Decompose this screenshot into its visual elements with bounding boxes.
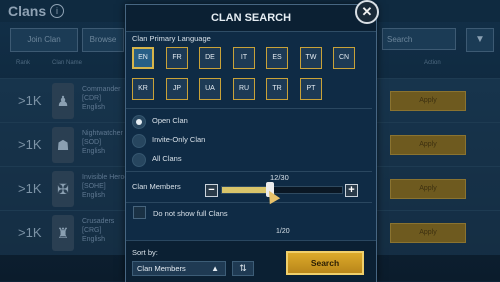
radio-all-clans[interactable]: All Clans [132,151,366,169]
clan-members-label: Clan Members [132,182,181,191]
sort-by-select[interactable]: Clan Members ▲ [132,261,226,276]
divider [126,202,372,203]
rank-value: >1K [18,225,42,240]
language-button-pt[interactable]: PT [300,78,322,100]
apply-button[interactable]: Apply [390,223,466,243]
sort-order-icon[interactable]: ⇅ [232,261,254,276]
members-slider[interactable] [221,182,343,197]
radio-label: Invite-Only Clan [152,135,206,144]
language-button-kr[interactable]: KR [132,78,154,100]
clan-name: Crusaders [CRG] English [82,218,115,243]
language-section-label: Clan Primary Language [132,34,211,43]
apply-button[interactable]: Apply [390,91,466,111]
language-button-ua[interactable]: UA [199,78,221,100]
column-header-name: Clan Name [52,60,83,66]
clan-name: Commander [CDR] English [82,86,121,111]
clan-search-dialog: CLAN SEARCH Clan Primary Language EN FR … [125,4,377,282]
chevron-up-icon: ▲ [211,264,219,273]
radio-label: Open Clan [152,116,188,125]
members-increase-button[interactable]: + [345,184,358,197]
apply-button[interactable]: Apply [390,135,466,155]
clan-members-value: 12/30 [270,173,289,182]
radio-dot-icon[interactable] [132,134,146,148]
language-button-es[interactable]: ES [266,47,288,69]
partial-value: 1/20 [276,228,290,235]
join-clan-button[interactable]: Join Clan [10,28,78,52]
column-header-action: Action [424,60,441,66]
language-button-de[interactable]: DE [199,47,221,69]
sort-by-label: Sort by: [132,248,158,257]
browse-button[interactable]: Browse [82,28,124,52]
slider-fill [222,187,270,193]
dialog-footer: Sort by: Clan Members ▲ ⇅ Search [126,240,376,282]
clan-search-input[interactable]: Search [382,28,456,50]
search-button[interactable]: Search [286,251,364,275]
radio-open-clan[interactable]: Open Clan [132,113,366,131]
language-button-en[interactable]: EN [132,47,154,69]
radio-label: All Clans [152,154,182,163]
divider [126,108,372,109]
language-button-fr[interactable]: FR [166,47,188,69]
hide-full-clans-label: Do not show full Clans [153,209,228,218]
clan-emblem-icon: ♟ [52,83,74,119]
apply-button[interactable]: Apply [390,179,466,199]
rank-value: >1K [18,181,42,196]
members-decrease-button[interactable]: − [205,184,218,197]
clan-emblem-icon: ♜ [52,215,74,251]
language-button-tr[interactable]: TR [266,78,288,100]
sort-by-value: Clan Members [137,264,186,273]
language-button-ru[interactable]: RU [233,78,255,100]
clan-emblem-icon: ☗ [52,127,74,163]
language-button-cn[interactable]: CN [333,47,355,69]
info-icon[interactable]: i [50,4,64,18]
filter-icon[interactable]: ▼ [466,28,494,52]
dialog-title: CLAN SEARCH [210,12,292,24]
divider [126,171,372,172]
page-title: Clans [8,3,47,19]
hide-full-clans-checkbox[interactable] [133,206,146,219]
language-button-tw[interactable]: TW [300,47,322,69]
dialog-header: CLAN SEARCH [126,5,376,32]
clan-emblem-icon: ✠ [52,171,74,207]
clan-name: Nightwatcher [SOD] English [82,130,123,155]
radio-dot-icon[interactable] [132,115,146,129]
rank-value: >1K [18,93,42,108]
language-button-it[interactable]: IT [233,47,255,69]
radio-dot-icon[interactable] [132,153,146,167]
rank-value: >1K [18,137,42,152]
language-button-jp[interactable]: JP [166,78,188,100]
column-header-rank: Rank [16,60,31,66]
radio-invite-only-clan[interactable]: Invite-Only Clan [132,132,366,150]
close-icon[interactable]: ✕ [355,0,379,24]
